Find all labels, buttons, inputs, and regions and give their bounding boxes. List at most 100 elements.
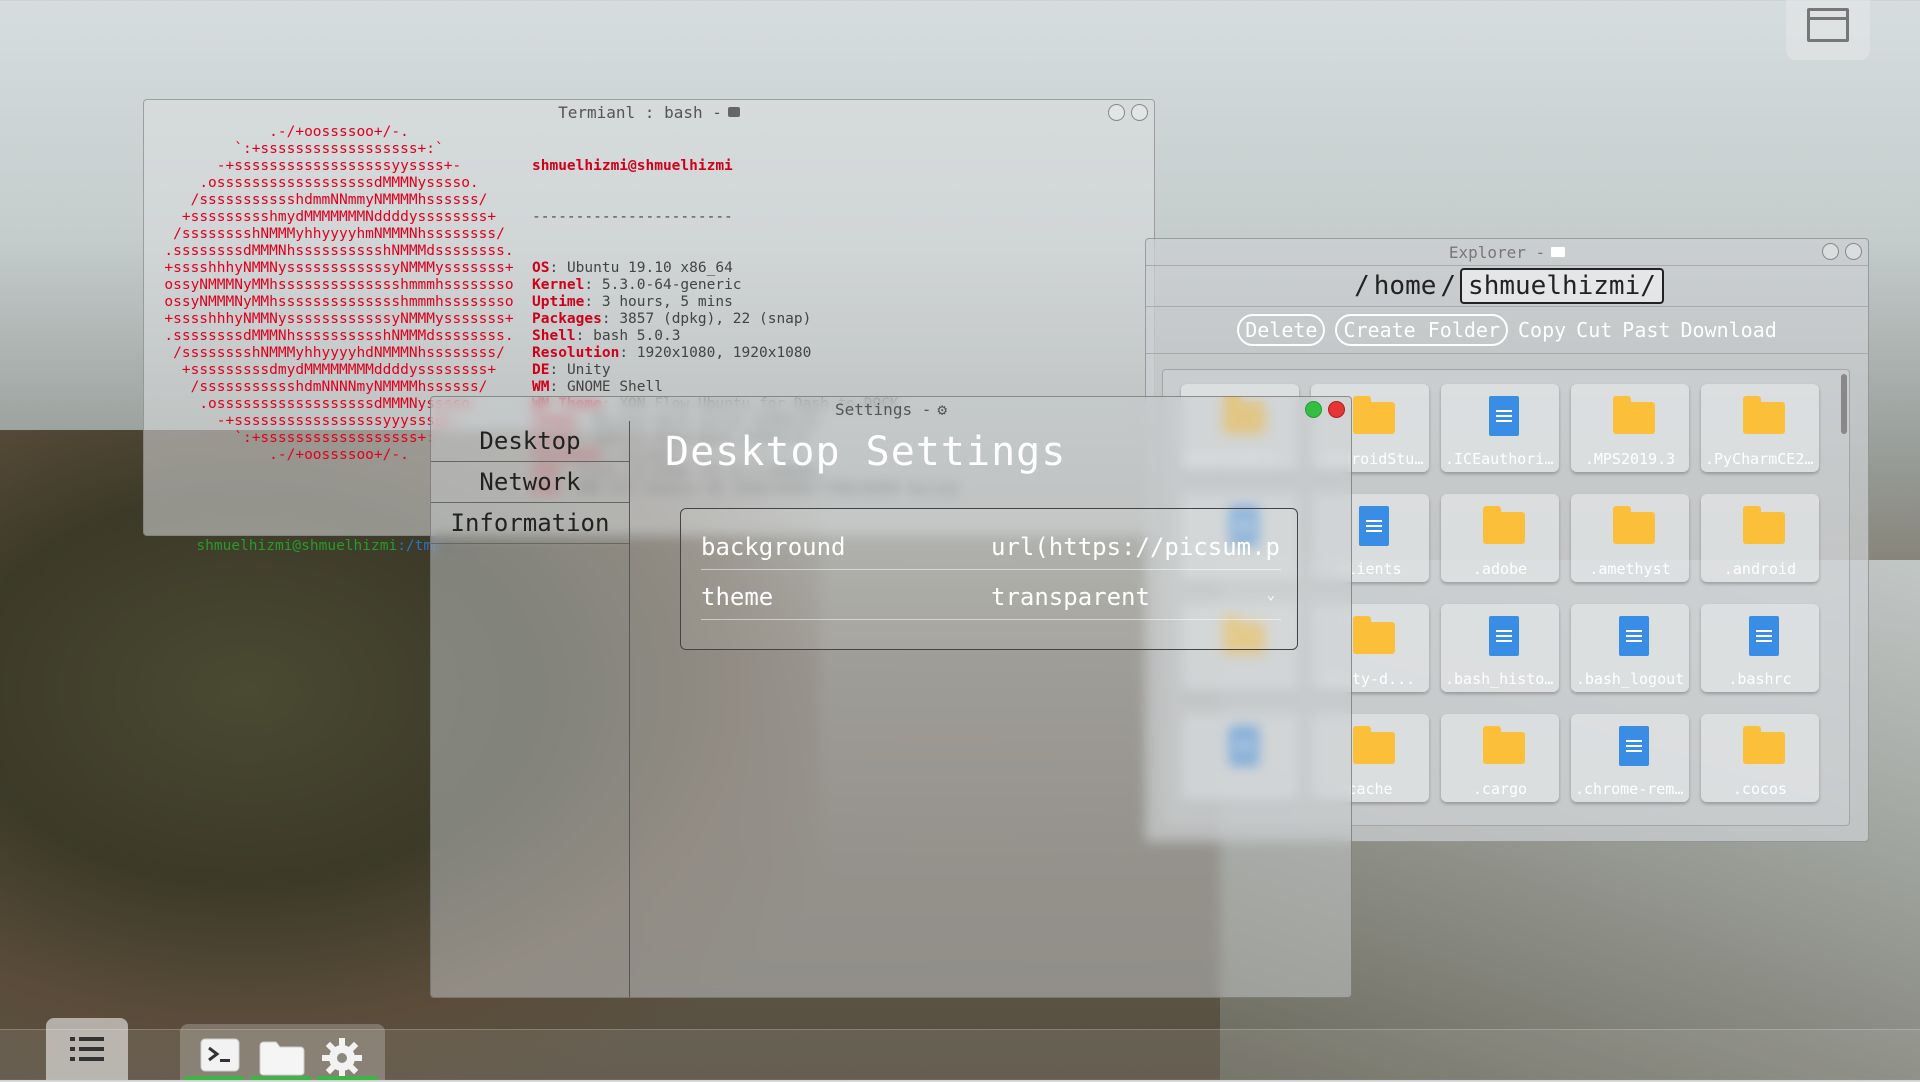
running-indicator [316, 1076, 378, 1080]
file-icon [1619, 616, 1649, 656]
info-line: OS: Ubuntu 19.10 x86_64 [532, 260, 960, 277]
file-icon [1359, 506, 1389, 546]
info-line: Uptime: 3 hours, 5 mins [532, 294, 960, 311]
explorer-dock-icon[interactable] [258, 1038, 305, 1078]
file-item[interactable]: .android [1701, 494, 1819, 582]
ascii-line: /sssssssshNMMMyhhyyyyhdNMMMNhssssssss/ [173, 345, 505, 361]
delete-button[interactable]: Delete [1237, 314, 1326, 346]
file-item[interactable]: .PyCharmCE2... [1701, 384, 1819, 472]
path-input[interactable]: shmuelhizmi/ [1460, 268, 1664, 304]
folder-icon [1483, 506, 1525, 544]
info-key: Packages [532, 311, 602, 327]
file-item[interactable]: .adobe [1441, 494, 1559, 582]
file-name: .bash_histo... [1445, 670, 1555, 688]
folder-icon [1483, 726, 1525, 764]
info-key: Shell [532, 328, 576, 344]
chevron-down-icon[interactable]: ⌄ [1267, 587, 1275, 603]
path-separator: / [1440, 271, 1457, 301]
cut-button[interactable]: Cut [1576, 318, 1612, 342]
shell-prompt[interactable]: shmuelhizmi@shmuelhizmi:/tmp$ [144, 520, 470, 572]
file-icon [1489, 396, 1519, 436]
minimize-button[interactable] [1822, 243, 1839, 260]
sidebar-item-network[interactable]: Network [431, 462, 629, 503]
explorer-titlebar[interactable]: Explorer - [1146, 239, 1868, 265]
terminal-title: Termianl : bash - [558, 102, 722, 122]
info-value: 3857 (dpkg), 22 (snap) [619, 311, 812, 327]
file-item[interactable]: .bashrc [1701, 604, 1819, 692]
folder-icon [259, 1041, 305, 1076]
copy-button[interactable]: Copy [1518, 318, 1566, 342]
path-segment-home[interactable]: home [1374, 271, 1437, 301]
path-bar: / home / shmuelhizmi/ [1146, 265, 1868, 307]
ascii-line: -+ssssssssssssssssssyyssss+- [216, 158, 462, 174]
info-line: Packages: 3857 (dpkg), 22 (snap) [532, 311, 960, 328]
scrollbar[interactable] [1841, 374, 1847, 434]
file-item[interactable]: .chrome-rem... [1571, 714, 1689, 802]
sidebar-item-information[interactable]: Information [431, 503, 629, 544]
theme-select[interactable]: transparent [991, 583, 1281, 611]
download-button[interactable]: Download [1680, 318, 1776, 342]
file-name: .PyCharmCE2... [1705, 450, 1815, 468]
folder-icon [1613, 506, 1655, 544]
close-button[interactable] [1131, 104, 1148, 121]
info-line: WM: GNOME Shell [532, 379, 960, 396]
settings-titlebar[interactable]: Settings - ⚙ [431, 397, 1351, 421]
page-title: Desktop Settings [665, 429, 1067, 475]
gear-icon: ⚙ [937, 399, 947, 419]
folder-icon [1353, 616, 1395, 654]
settings-title: Settings - [835, 399, 932, 419]
ascii-line: +sssshhhyNMMNyssssssssssssyNMMMysssssss+ [164, 260, 514, 276]
sidebar-item-desktop[interactable]: Desktop [431, 421, 629, 462]
terminal-dock-icon[interactable] [200, 1038, 244, 1078]
file-item[interactable]: .cocos [1701, 714, 1819, 802]
show-windows-button[interactable] [1786, 0, 1870, 60]
ascii-line: .ossssssssssssssssssdMMMNysssso. [199, 175, 479, 191]
prompt-user: shmuelhizmi@shmuelhizmi [196, 538, 398, 554]
file-item[interactable]: .bash_histo... [1441, 604, 1559, 692]
ascii-line: /sssssssshNMMMyhhyyyyhmNMMMNhssssssss/ [173, 226, 505, 242]
info-key: OS [532, 260, 550, 276]
settings-dock-icon[interactable] [322, 1038, 366, 1078]
info-value: GNOME Shell [566, 379, 663, 395]
close-button[interactable] [1845, 243, 1862, 260]
ascii-line: /ssssssssssshdmNNNNmyNMMMMhssssss/ [190, 379, 488, 395]
terminal-icon [727, 107, 740, 117]
ascii-line: .ssssssssdMMMNhsssssssssshNMMMdssssssss. [164, 328, 514, 344]
file-item[interactable]: .bash_logout [1571, 604, 1689, 692]
minimize-button[interactable] [1305, 401, 1322, 418]
theme-row: theme transparent ⌄ [701, 573, 1281, 620]
info-value: bash 5.0.3 [593, 328, 681, 344]
file-name: .cocos [1732, 780, 1788, 798]
info-key: Resolution [532, 345, 620, 361]
ascii-line: ossyNMMMNyMMhsssssssssssssshmmmhssssssso [164, 277, 514, 293]
paste-button[interactable]: Past [1622, 318, 1670, 342]
ascii-line: `:+ssssssssssssssssss+:` [234, 141, 444, 157]
file-icon [1489, 616, 1519, 656]
settings-window[interactable]: Settings - ⚙ Desktop Network Information… [430, 396, 1352, 998]
file-item[interactable]: .cargo [1441, 714, 1559, 802]
minimize-button[interactable] [1108, 104, 1125, 121]
background-input[interactable]: url(https://picsum.ph [991, 533, 1281, 561]
file-name: .MPS2019.3 [1584, 450, 1676, 468]
ascii-line: .-/+oossssoo+/-. [269, 124, 409, 140]
running-indicator [184, 1076, 244, 1080]
info-colon: : [619, 345, 637, 361]
close-button[interactable] [1328, 401, 1345, 418]
info-key: Uptime [532, 294, 585, 310]
path-separator: / [1354, 271, 1370, 301]
terminal-titlebar[interactable]: Termianl : bash - [144, 100, 1154, 124]
info-line: DE: Unity [532, 362, 960, 379]
info-value: Unity [566, 362, 611, 378]
file-item[interactable]: .MPS2019.3 [1571, 384, 1689, 472]
info-colon: : [549, 362, 567, 378]
settings-main: Desktop Settings background url(https://… [630, 421, 1351, 997]
settings-form: background url(https://picsum.ph theme t… [680, 508, 1298, 650]
app-menu-button[interactable] [46, 1018, 128, 1080]
ascii-line: /ssssssssssshdmmNNmmyNMMMMhssssss/ [190, 192, 488, 208]
create-folder-button[interactable]: Create Folder [1335, 314, 1508, 346]
list-icon [70, 1037, 104, 1061]
running-indicator [250, 1076, 312, 1080]
file-item[interactable]: .amethyst [1571, 494, 1689, 582]
file-item[interactable]: .ICEauthori... [1441, 384, 1559, 472]
info-key: Kernel [532, 277, 585, 293]
